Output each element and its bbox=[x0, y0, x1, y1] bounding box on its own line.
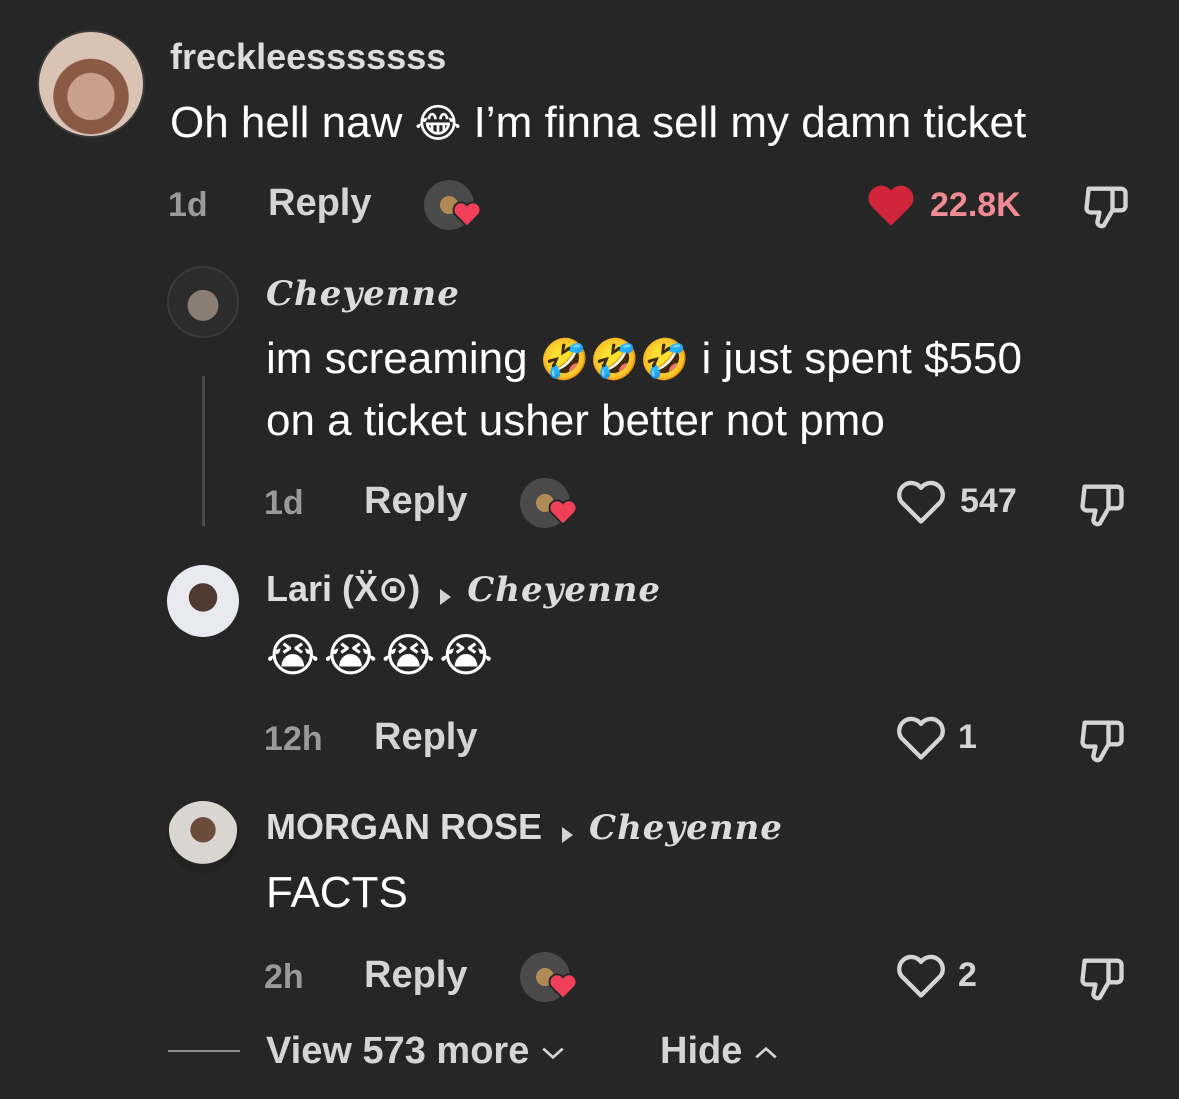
reply-arrow-icon bbox=[562, 826, 574, 843]
thread-line bbox=[202, 376, 205, 526]
heart-outline-icon[interactable] bbox=[895, 714, 947, 762]
avatar-lari[interactable] bbox=[167, 565, 239, 637]
comment-time: 1d bbox=[168, 186, 208, 224]
reply-to-name[interactable]: Cheyenne bbox=[467, 570, 661, 610]
like-count: 1 bbox=[958, 718, 977, 756]
hide-button[interactable]: Hide bbox=[660, 1030, 779, 1073]
reply-button[interactable]: Reply bbox=[268, 182, 371, 225]
username-lari[interactable]: Lari (Ẍ⊙) bbox=[266, 568, 420, 609]
avatar-morgan-rose[interactable] bbox=[167, 801, 239, 873]
joy-emoji: 😂 bbox=[414, 101, 462, 147]
comment-text-4: FACTS bbox=[266, 868, 408, 917]
avatar-freckleesssssss[interactable] bbox=[37, 30, 145, 138]
like-count: 547 bbox=[960, 482, 1017, 520]
creator-heart-icon bbox=[548, 499, 578, 526]
creator-heart-icon bbox=[452, 201, 482, 228]
chevron-up-icon bbox=[755, 1046, 777, 1059]
like-count: 22.8K bbox=[930, 186, 1021, 224]
comment-text-2-line1: im screaming 🤣🤣🤣 i just spent $550 bbox=[266, 334, 1022, 383]
reply-button[interactable]: Reply bbox=[364, 954, 467, 997]
heart-filled-icon[interactable] bbox=[866, 182, 916, 228]
rofl-emojis: 🤣🤣🤣 bbox=[539, 337, 690, 383]
dislike-icon[interactable] bbox=[1076, 952, 1128, 1004]
dislike-icon[interactable] bbox=[1076, 714, 1128, 766]
reply-arrow-icon bbox=[440, 588, 452, 605]
crying-emojis: 😭😭😭😭 bbox=[266, 629, 497, 681]
dislike-icon[interactable] bbox=[1080, 180, 1132, 232]
comment-text-2-line2: on a ticket usher better not pmo bbox=[266, 396, 885, 445]
comment-text-1: Oh hell naw 😂 I’m finna sell my damn tic… bbox=[170, 98, 1027, 147]
username-freckleesssssss[interactable]: freckleesssssss bbox=[170, 36, 446, 78]
comment-time: 2h bbox=[264, 958, 304, 996]
heart-outline-icon[interactable] bbox=[895, 952, 947, 1000]
view-more-button[interactable]: View 573 more bbox=[266, 1030, 566, 1073]
comment-header-3: Lari (Ẍ⊙) Cheyenne bbox=[266, 568, 661, 610]
dislike-icon[interactable] bbox=[1076, 478, 1128, 530]
heart-outline-icon[interactable] bbox=[895, 478, 947, 526]
avatar-cheyenne[interactable] bbox=[167, 266, 239, 338]
username-cheyenne[interactable]: Cheyenne bbox=[266, 274, 460, 314]
username-morgan-rose[interactable]: MORGAN ROSE bbox=[266, 806, 542, 847]
creator-heart-icon bbox=[548, 973, 578, 1000]
comment-time: 12h bbox=[264, 720, 323, 758]
comment-time: 1d bbox=[264, 484, 304, 522]
reply-to-name[interactable]: Cheyenne bbox=[589, 808, 783, 848]
reply-button[interactable]: Reply bbox=[364, 480, 467, 523]
chevron-down-icon bbox=[542, 1047, 564, 1060]
comment-header-4: MORGAN ROSE Cheyenne bbox=[266, 806, 783, 848]
like-count: 2 bbox=[958, 956, 977, 994]
replies-divider bbox=[168, 1050, 240, 1052]
reply-button[interactable]: Reply bbox=[374, 716, 477, 759]
